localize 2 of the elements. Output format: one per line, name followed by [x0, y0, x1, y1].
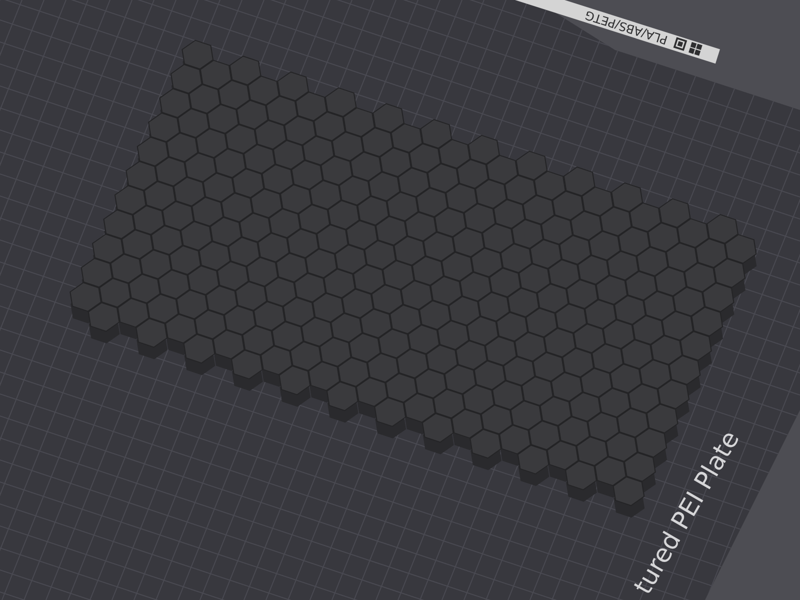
square-icon	[673, 37, 688, 51]
grid-icon	[688, 42, 702, 56]
